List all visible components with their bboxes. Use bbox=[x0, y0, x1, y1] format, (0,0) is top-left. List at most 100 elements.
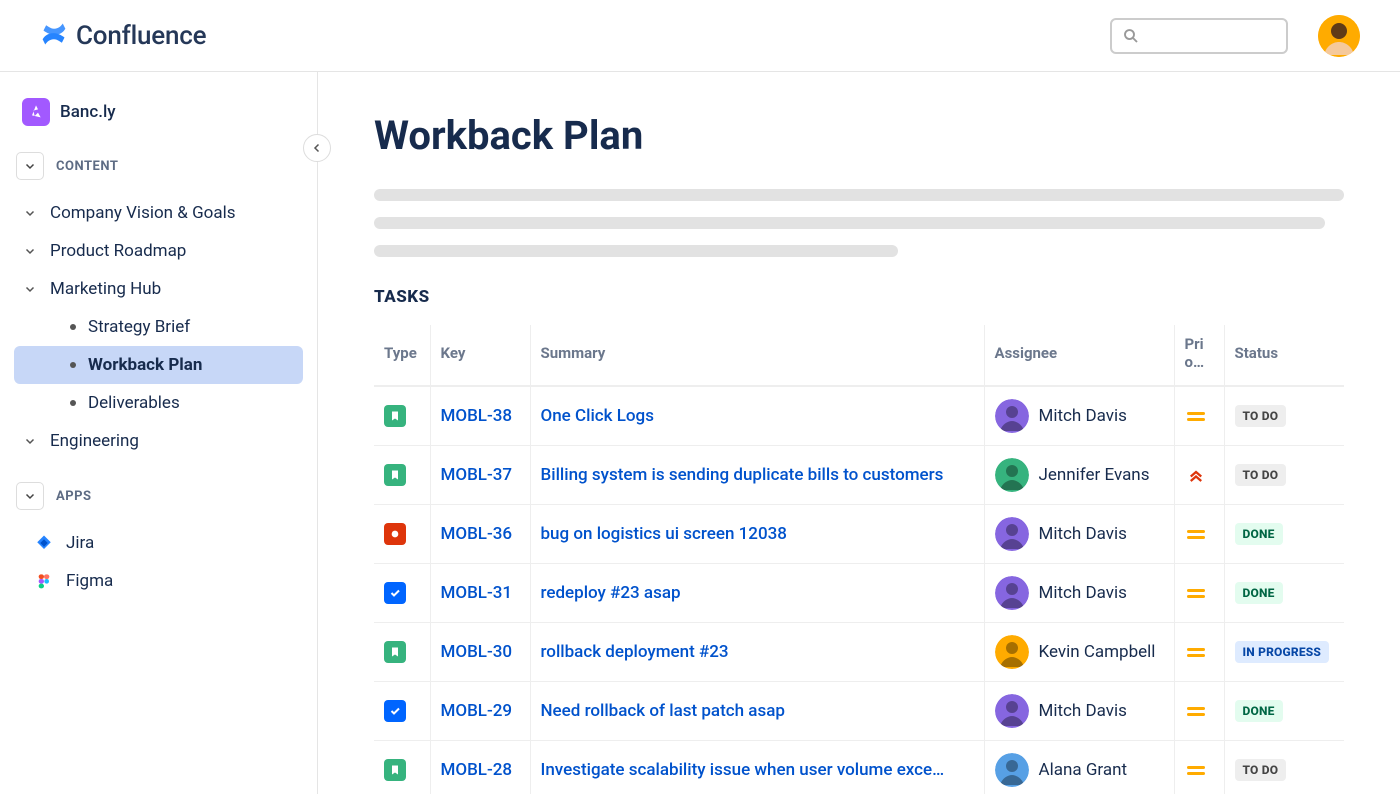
priority-medium-icon bbox=[1185, 582, 1207, 604]
assignee-cell[interactable]: Mitch Davis bbox=[995, 694, 1164, 728]
status-badge: TO DO bbox=[1235, 405, 1287, 427]
col-header-type[interactable]: Type bbox=[374, 325, 430, 386]
table-row[interactable]: MOBL-28 Investigate scalability issue whe… bbox=[374, 741, 1344, 794]
assignee-name: Mitch Davis bbox=[1039, 406, 1127, 426]
assignee-cell[interactable]: Kevin Campbell bbox=[995, 635, 1164, 669]
header-right bbox=[1110, 15, 1360, 57]
top-header: Confluence bbox=[0, 0, 1400, 72]
app-jira[interactable]: Jira bbox=[14, 524, 303, 562]
sidebar-item-workback-plan[interactable]: Workback Plan bbox=[14, 346, 303, 384]
space-name: Banc.ly bbox=[60, 102, 116, 122]
priority-medium-icon bbox=[1185, 523, 1207, 545]
table-row[interactable]: MOBL-29 Need rollback of last patch asap M… bbox=[374, 682, 1344, 741]
story-icon bbox=[384, 405, 406, 427]
apps-label: APPS bbox=[56, 489, 92, 504]
col-header-priority[interactable]: Pri o… bbox=[1174, 325, 1224, 386]
sidebar-item-strategy-brief[interactable]: Strategy Brief bbox=[14, 308, 303, 346]
assignee-avatar bbox=[995, 694, 1029, 728]
jira-icon bbox=[34, 533, 54, 553]
assignee-name: Mitch Davis bbox=[1039, 583, 1127, 603]
bullet-icon bbox=[70, 362, 76, 368]
status-badge: DONE bbox=[1235, 523, 1283, 545]
table-row[interactable]: MOBL-38 One Click Logs Mitch Davis TO DO bbox=[374, 386, 1344, 446]
apps-section-header[interactable]: APPS bbox=[14, 478, 303, 514]
figma-icon bbox=[34, 571, 54, 591]
table-row[interactable]: MOBL-36 bug on logistics ui screen 12038 M… bbox=[374, 505, 1344, 564]
assignee-avatar bbox=[995, 576, 1029, 610]
confluence-logo-icon bbox=[40, 20, 68, 52]
issue-summary-link[interactable]: Billing system is sending duplicate bill… bbox=[541, 465, 944, 485]
sidebar-item-deliverables[interactable]: Deliverables bbox=[14, 384, 303, 422]
issue-summary-link[interactable]: Need rollback of last patch asap bbox=[541, 701, 785, 721]
assignee-cell[interactable]: Mitch Davis bbox=[995, 517, 1164, 551]
chevron-down-icon bbox=[16, 152, 44, 180]
task-icon bbox=[384, 582, 406, 604]
sidebar-item-label: Marketing Hub bbox=[50, 279, 161, 299]
issue-summary-link[interactable]: Investigate scalability issue when user … bbox=[541, 760, 945, 780]
chevron-down-icon bbox=[22, 283, 38, 295]
issue-key-link[interactable]: MOBL-29 bbox=[441, 701, 513, 721]
assignee-cell[interactable]: Jennifer Evans bbox=[995, 458, 1164, 492]
chevron-down-icon bbox=[22, 435, 38, 447]
sidebar-item-engineering[interactable]: Engineering bbox=[14, 422, 303, 460]
issue-key-link[interactable]: MOBL-36 bbox=[441, 524, 513, 544]
assignee-cell[interactable]: Mitch Davis bbox=[995, 399, 1164, 433]
content-section-header[interactable]: CONTENT bbox=[14, 148, 303, 184]
sidebar-collapse-button[interactable] bbox=[303, 134, 331, 162]
status-badge: TO DO bbox=[1235, 759, 1287, 781]
bullet-icon bbox=[70, 324, 76, 330]
assignee-avatar bbox=[995, 517, 1029, 551]
sidebar-item-label: Deliverables bbox=[88, 393, 180, 413]
col-header-assignee[interactable]: Assignee bbox=[984, 325, 1174, 386]
table-row[interactable]: MOBL-30 rollback deployment #23 Kevin Camp… bbox=[374, 623, 1344, 682]
sidebar-item-label: Product Roadmap bbox=[50, 241, 186, 261]
issue-key-link[interactable]: MOBL-30 bbox=[441, 642, 513, 662]
assignee-name: Kevin Campbell bbox=[1039, 642, 1156, 662]
issue-summary-link[interactable]: redeploy #23 asap bbox=[541, 583, 681, 603]
status-badge: DONE bbox=[1235, 582, 1283, 604]
user-avatar[interactable] bbox=[1318, 15, 1360, 57]
sidebar-item-product-roadmap[interactable]: Product Roadmap bbox=[14, 232, 303, 270]
priority-medium-icon bbox=[1185, 759, 1207, 781]
brand[interactable]: Confluence bbox=[40, 20, 206, 52]
sidebar-item-label: Company Vision & Goals bbox=[50, 203, 236, 223]
issue-summary-link[interactable]: rollback deployment #23 bbox=[541, 642, 729, 662]
table-row[interactable]: MOBL-31 redeploy #23 asap Mitch Davis DONE bbox=[374, 564, 1344, 623]
col-header-summary[interactable]: Summary bbox=[530, 325, 984, 386]
app-figma[interactable]: Figma bbox=[14, 562, 303, 600]
placeholder-line bbox=[374, 245, 898, 257]
sidebar: Banc.ly CONTENT Company Vision & Goals P… bbox=[0, 72, 318, 794]
table-row[interactable]: MOBL-37 Billing system is sending duplica… bbox=[374, 446, 1344, 505]
chevron-down-icon bbox=[16, 482, 44, 510]
sidebar-item-company-vision[interactable]: Company Vision & Goals bbox=[14, 194, 303, 232]
assignee-avatar bbox=[995, 635, 1029, 669]
app-label: Figma bbox=[66, 571, 113, 591]
issue-key-link[interactable]: MOBL-31 bbox=[441, 583, 513, 603]
content-label: CONTENT bbox=[56, 159, 118, 174]
sidebar-item-marketing-hub[interactable]: Marketing Hub bbox=[14, 270, 303, 308]
issue-summary-link[interactable]: One Click Logs bbox=[541, 406, 654, 426]
space-selector[interactable]: Banc.ly bbox=[14, 92, 303, 132]
tasks-heading: TASKS bbox=[374, 287, 1344, 307]
issue-key-link[interactable]: MOBL-28 bbox=[441, 760, 513, 780]
priority-high-icon bbox=[1185, 464, 1207, 486]
search-input[interactable] bbox=[1110, 18, 1288, 54]
assignee-cell[interactable]: Mitch Davis bbox=[995, 576, 1164, 610]
issue-key-link[interactable]: MOBL-38 bbox=[441, 406, 513, 426]
story-icon bbox=[384, 641, 406, 663]
assignee-cell[interactable]: Alana Grant bbox=[995, 753, 1164, 787]
issue-summary-link[interactable]: bug on logistics ui screen 12038 bbox=[541, 524, 787, 544]
col-header-key[interactable]: Key bbox=[430, 325, 530, 386]
priority-medium-icon bbox=[1185, 405, 1207, 427]
status-badge: TO DO bbox=[1235, 464, 1287, 486]
col-header-status[interactable]: Status bbox=[1224, 325, 1344, 386]
space-icon bbox=[22, 98, 50, 126]
priority-medium-icon bbox=[1185, 641, 1207, 663]
assignee-avatar bbox=[995, 458, 1029, 492]
sidebar-item-label: Workback Plan bbox=[88, 355, 202, 375]
chevron-down-icon bbox=[22, 207, 38, 219]
status-badge: DONE bbox=[1235, 700, 1283, 722]
placeholder-line bbox=[374, 217, 1325, 229]
issue-key-link[interactable]: MOBL-37 bbox=[441, 465, 513, 485]
assignee-name: Alana Grant bbox=[1039, 760, 1128, 780]
